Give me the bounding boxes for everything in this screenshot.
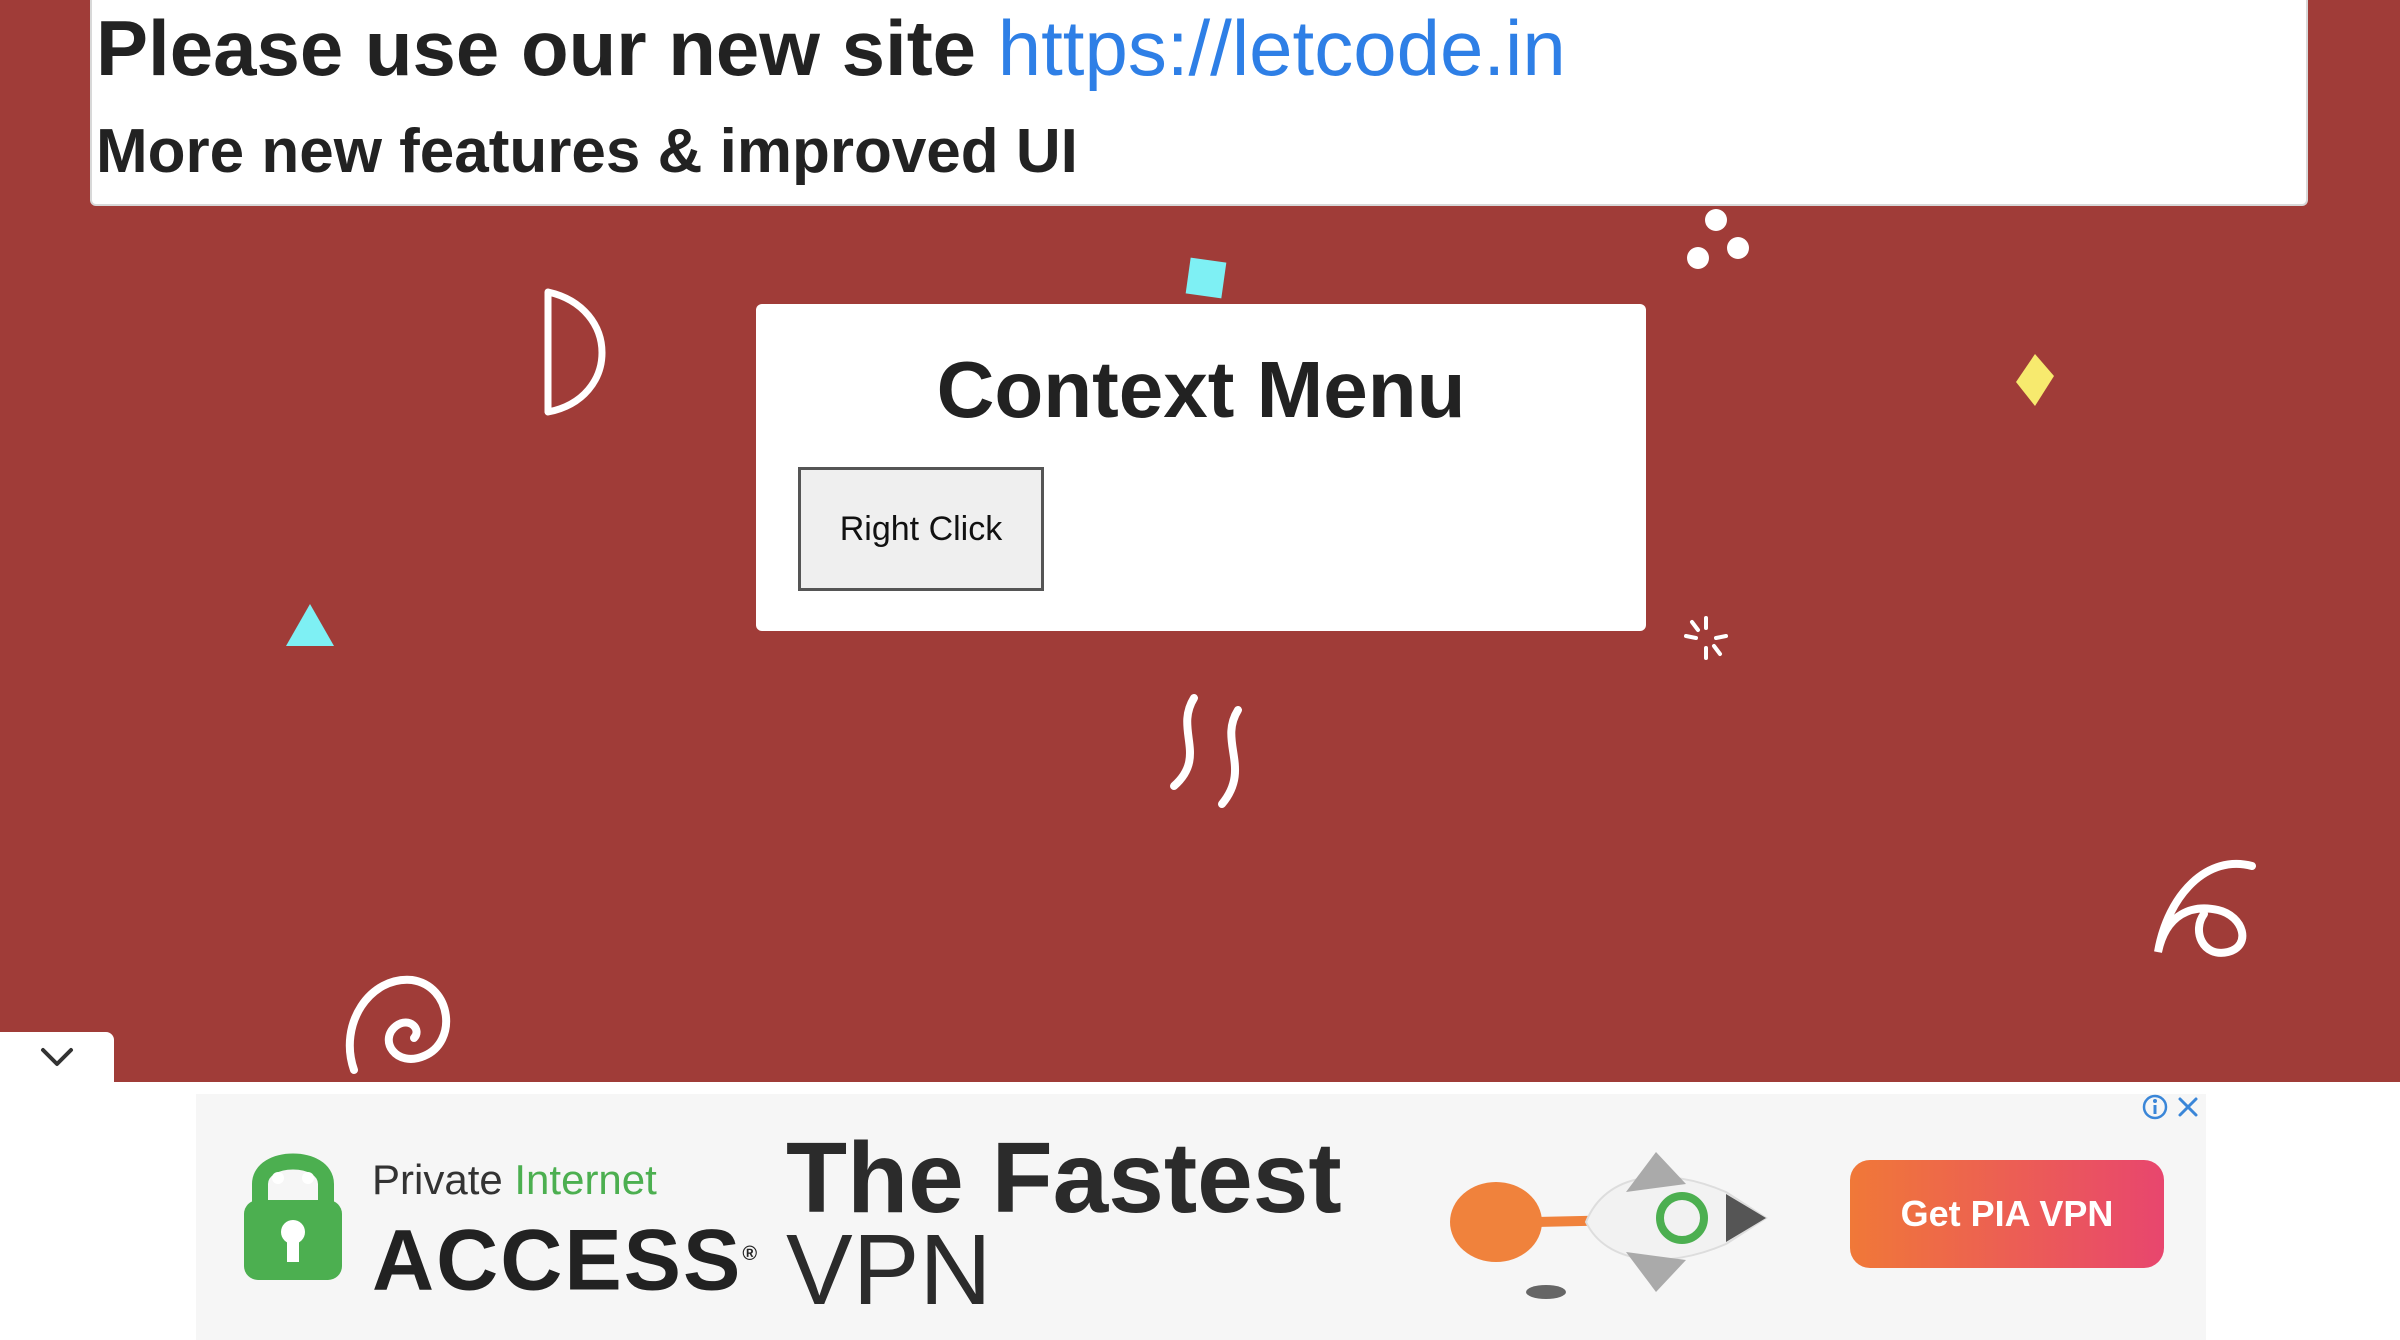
cyan-square-decoration: [1185, 257, 1227, 299]
swirl-decoration: [2154, 860, 2256, 957]
ad-collapse-tab[interactable]: [0, 1032, 114, 1082]
close-icon[interactable]: [2176, 1095, 2200, 1119]
page-title: Context Menu: [936, 345, 1466, 434]
spiral-decoration: [345, 975, 451, 1074]
ad-headline-top: The Fastest: [786, 1122, 1342, 1234]
ad-brand-subtitle: Private Internet: [372, 1156, 657, 1204]
ad-brand-name: ACCESS®: [372, 1204, 759, 1311]
new-site-banner: Please use our new site https://letcode.…: [90, 0, 2308, 206]
squiggle-decoration: [1170, 694, 1242, 808]
new-site-link[interactable]: https://letcode.in: [998, 4, 1566, 92]
ad-choices[interactable]: [2142, 1094, 2200, 1120]
banner-prefix: Please use our new site: [96, 4, 998, 92]
half-circle-decoration: [544, 288, 606, 416]
right-click-button[interactable]: Right Click: [798, 467, 1044, 591]
cyan-triangle-decoration: [286, 604, 334, 646]
sparkle-decoration: [1684, 616, 1728, 660]
get-vpn-button[interactable]: Get PIA VPN: [1850, 1160, 2164, 1268]
ad-headline-bottom: VPN: [786, 1214, 992, 1326]
ad-brand-internet: Internet: [514, 1156, 657, 1203]
banner-headline: Please use our new site https://letcode.…: [96, 0, 1566, 96]
ad-brand-private: Private: [372, 1156, 515, 1203]
banner-subtitle: More new features & improved UI: [96, 117, 1078, 186]
ad-headline: The Fastest VPN: [786, 1122, 1342, 1326]
registered-mark: ®: [742, 1243, 760, 1265]
yellow-diamond-decoration: [2016, 354, 2054, 406]
rocket-icon: [1450, 1152, 1768, 1299]
ad-brand-access: ACCESS: [372, 1212, 743, 1309]
chevron-down-icon: [41, 1048, 73, 1066]
dots-decoration: [1687, 209, 1749, 269]
vpn-advertisement[interactable]: Private Internet ACCESS® The Fastest VPN…: [196, 1094, 2206, 1340]
context-menu-card: Context Menu Right Click: [756, 304, 1646, 631]
info-icon[interactable]: [2142, 1094, 2168, 1120]
padlock-logo-icon: [244, 1153, 342, 1280]
